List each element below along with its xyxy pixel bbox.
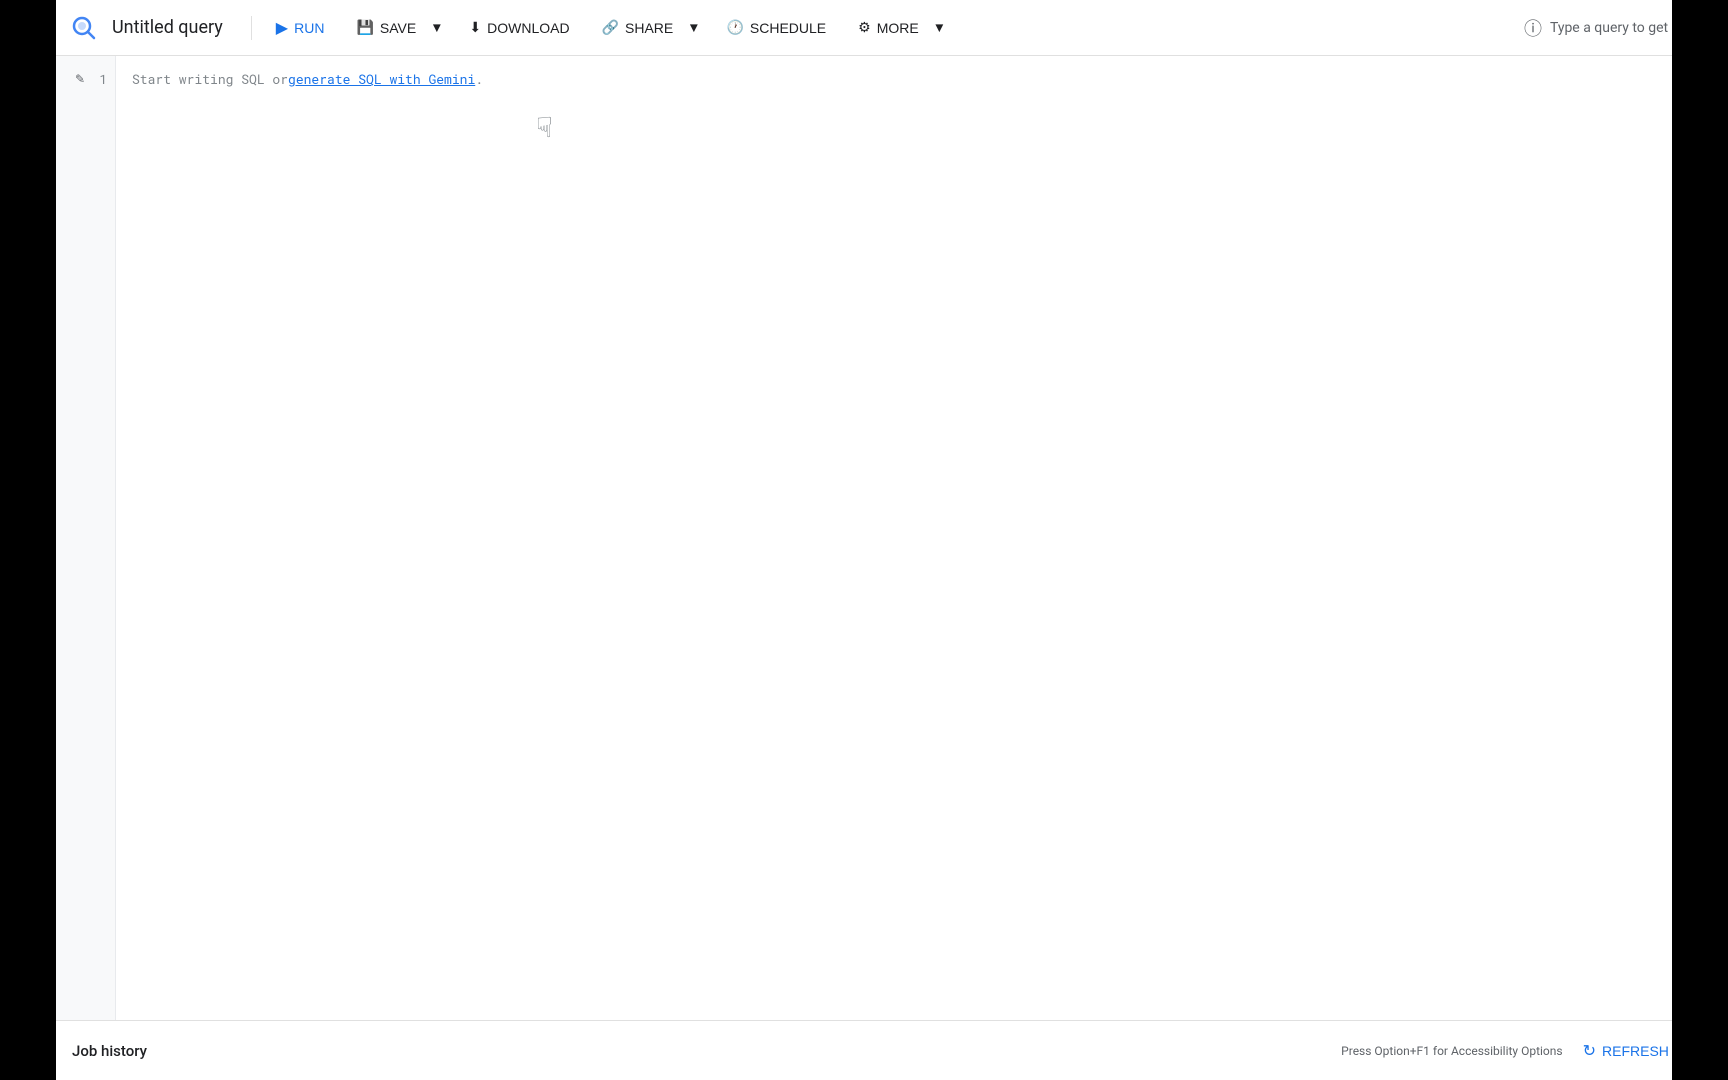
more-button[interactable]: ⚙ MORE [846, 13, 927, 42]
refresh-icon: ↻ [1583, 1041, 1596, 1061]
download-button[interactable]: ⬇ DOWNLOAD [457, 13, 581, 42]
bottom-panel-right: Press Option+F1 for Accessibility Option… [1341, 1035, 1712, 1067]
bottom-panel: Job history Press Option+F1 for Accessib… [56, 1020, 1728, 1080]
more-button-group: ⚙ MORE ▼ [846, 13, 952, 42]
save-label: SAVE [380, 20, 416, 36]
query-title: Untitled query [112, 17, 223, 38]
toolbar-divider-1 [251, 16, 252, 40]
left-sidebar-black [0, 0, 56, 1080]
sql-editor[interactable]: Start writing SQL or generate SQL with G… [116, 56, 1728, 1020]
main-toolbar: Untitled query ▶ RUN 💾 SAVE ▼ ⬇ DOWNLOAD… [56, 0, 1728, 56]
editor-placeholder-line: Start writing SQL or generate SQL with G… [132, 68, 1712, 90]
refresh-button[interactable]: ↻ REFRESH [1575, 1035, 1677, 1067]
line-number-1: 1 [91, 70, 107, 88]
more-dropdown-button[interactable]: ▼ [927, 14, 952, 41]
more-chevron-icon: ▼ [933, 20, 946, 35]
editor-area[interactable]: ✎ 1 Start writing SQL or generate SQL wi… [56, 56, 1728, 1020]
save-chevron-icon: ▼ [430, 20, 443, 35]
download-label: DOWNLOAD [487, 20, 569, 36]
line-number-1-row: ✎ 1 [67, 68, 115, 90]
save-button-group: 💾 SAVE ▼ [344, 13, 449, 42]
schedule-label: SCHEDULE [750, 20, 826, 36]
save-icon: 💾 [356, 19, 373, 36]
generate-sql-gemini-link[interactable]: generate SQL with Gemini [288, 70, 475, 88]
run-button[interactable]: ▶ RUN [264, 12, 337, 44]
share-chevron-icon: ▼ [687, 20, 700, 35]
right-sidebar-black [1672, 0, 1728, 1080]
info-icon: ⓘ [1524, 15, 1542, 41]
schedule-icon: 🕐 [726, 19, 743, 36]
bigquery-logo [68, 12, 100, 44]
refresh-label: REFRESH [1602, 1043, 1669, 1059]
bottom-panel-left: Job history [72, 1042, 147, 1060]
save-button[interactable]: 💾 SAVE [344, 13, 424, 42]
run-icon: ▶ [276, 18, 288, 38]
run-label: RUN [294, 20, 324, 36]
save-dropdown-button[interactable]: ▼ [424, 14, 449, 41]
line-numbers-gutter: ✎ 1 [56, 56, 116, 1020]
share-label: SHARE [625, 20, 673, 36]
schedule-button[interactable]: 🕐 SCHEDULE [714, 13, 838, 42]
job-history-label: Job history [72, 1042, 147, 1060]
cursor-pointer-indicator: ☟ [536, 108, 553, 145]
placeholder-text: Start writing SQL or [132, 70, 288, 88]
share-icon: 🔗 [602, 19, 619, 36]
more-label: MORE [877, 20, 919, 36]
share-dropdown-button[interactable]: ▼ [681, 14, 706, 41]
share-button-group: 🔗 SHARE ▼ [590, 13, 707, 42]
download-icon: ⬇ [469, 19, 481, 36]
line-edit-icon[interactable]: ✎ [75, 72, 85, 86]
more-icon: ⚙ [858, 19, 871, 36]
share-button[interactable]: 🔗 SHARE [590, 13, 682, 42]
placeholder-suffix: . [475, 70, 483, 88]
accessibility-hint: Press Option+F1 for Accessibility Option… [1341, 1044, 1562, 1058]
